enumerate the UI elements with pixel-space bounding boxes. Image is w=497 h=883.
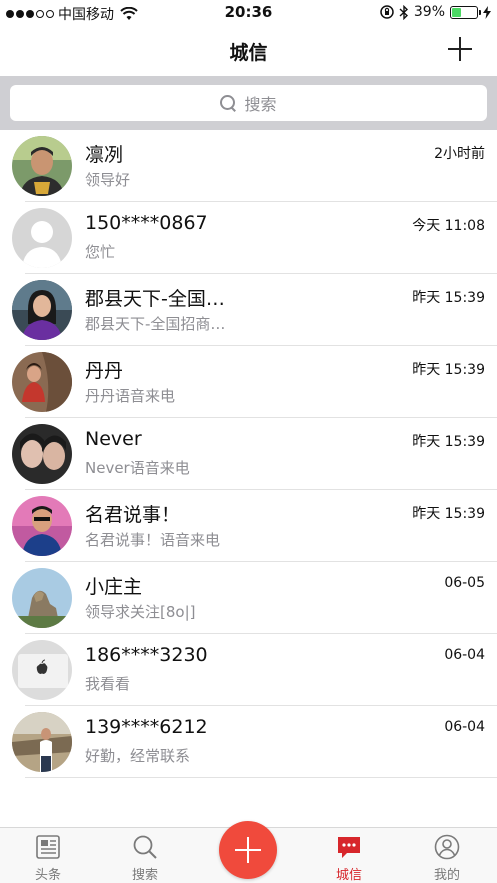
search-icon [133, 835, 157, 859]
chat-name: 名君说事！ [85, 504, 181, 526]
chat-time: 昨天 15:39 [412, 434, 485, 450]
news-icon [36, 835, 60, 859]
avatar [12, 352, 72, 412]
profile-icon [434, 834, 460, 860]
avatar [12, 280, 72, 340]
chat-name: Never [85, 428, 142, 450]
status-bar: 中国移动 20:36 39% [0, 0, 497, 26]
avatar [12, 568, 72, 628]
chat-row[interactable]: 凛冽 2小时前 领导好 [0, 130, 497, 202]
avatar [12, 136, 72, 196]
chat-icon [338, 837, 360, 858]
tab-label: 头条 [34, 868, 61, 883]
orientation-lock-icon [380, 5, 394, 19]
chat-preview: 丹丹语音来电 [85, 387, 176, 405]
battery-icon [450, 5, 481, 19]
tab-profile[interactable]: 我的 [412, 828, 482, 883]
divider [25, 777, 497, 778]
avatar [12, 208, 72, 268]
tab-bar: 头条 搜索 城信 我的 [0, 821, 497, 883]
tab-chat[interactable]: 城信 [314, 828, 384, 883]
chat-list: 凛冽 2小时前 领导好 150****0867 今天 11:08 您忙 郡县天下… [0, 130, 497, 778]
chat-time: 昨天 15:39 [412, 290, 485, 306]
page-title: 城信 [229, 42, 268, 64]
search-input[interactable]: 搜索 [10, 85, 487, 121]
chat-name: 小庄主 [85, 576, 143, 598]
charging-icon [483, 5, 491, 19]
chat-preview: 您忙 [85, 243, 116, 261]
avatar [12, 640, 72, 700]
nav-bar: 城信 [0, 26, 497, 76]
chat-row[interactable]: 名君说事！ 昨天 15:39 名君说事！语音来电 [0, 490, 497, 562]
status-right: 39% [380, 4, 491, 20]
chat-time: 06-04 [444, 647, 485, 663]
chat-name: 150****0867 [85, 212, 208, 234]
chat-name: 凛冽 [85, 144, 124, 166]
chat-time: 06-04 [444, 719, 485, 735]
chat-row[interactable]: 150****0867 今天 11:08 您忙 [0, 202, 497, 274]
chat-name: 139****6212 [85, 716, 208, 738]
chat-row[interactable]: 小庄主 06-05 领导求关注[8o|] [0, 562, 497, 634]
search-placeholder: 搜索 [244, 95, 277, 114]
chat-name: 186****3230 [85, 644, 208, 666]
plus-icon[interactable] [219, 821, 277, 879]
chat-row[interactable]: 186****3230 06-04 我看看 [0, 634, 497, 706]
chat-row[interactable]: Never 昨天 15:39 Never语音来电 [0, 418, 497, 490]
search-icon [220, 95, 236, 111]
battery-percent: 39% [413, 4, 445, 20]
chat-preview: 我看看 [85, 675, 131, 693]
battery-level [452, 7, 462, 17]
chat-preview: 领导求关注[8o|] [85, 603, 196, 621]
chat-time: 今天 11:08 [412, 218, 485, 234]
chat-preview: 郡县天下-全国招商… [85, 315, 226, 333]
avatar [12, 424, 72, 484]
tab-label: 搜索 [131, 868, 158, 883]
chat-row[interactable]: 丹丹 昨天 15:39 丹丹语音来电 [0, 346, 497, 418]
chat-time: 昨天 15:39 [412, 506, 485, 522]
chat-preview: Never语音来电 [85, 459, 190, 477]
chat-preview: 名君说事！语音来电 [85, 531, 221, 549]
avatar [12, 496, 72, 556]
chat-preview: 领导好 [85, 171, 131, 189]
tab-label: 我的 [433, 868, 460, 883]
chat-time: 昨天 15:39 [412, 362, 485, 378]
chat-name: 丹丹 [85, 360, 124, 382]
avatar [12, 712, 72, 772]
tab-label: 城信 [335, 868, 362, 883]
chat-preview: 好勤，经常联系 [85, 747, 191, 765]
chat-name: 郡县天下-全国… [85, 288, 225, 310]
tab-news[interactable]: 头条 [13, 828, 83, 883]
tab-search[interactable]: 搜索 [110, 828, 180, 883]
chat-row[interactable]: 139****6212 06-04 好勤，经常联系 [0, 706, 497, 778]
bluetooth-icon [399, 4, 408, 20]
plus-icon[interactable] [445, 34, 475, 64]
chat-time: 06-05 [444, 575, 485, 591]
chat-time: 2小时前 [434, 146, 485, 162]
search-bar: 搜索 [0, 76, 497, 130]
chat-row[interactable]: 郡县天下-全国… 昨天 15:39 郡县天下-全国招商… [0, 274, 497, 346]
